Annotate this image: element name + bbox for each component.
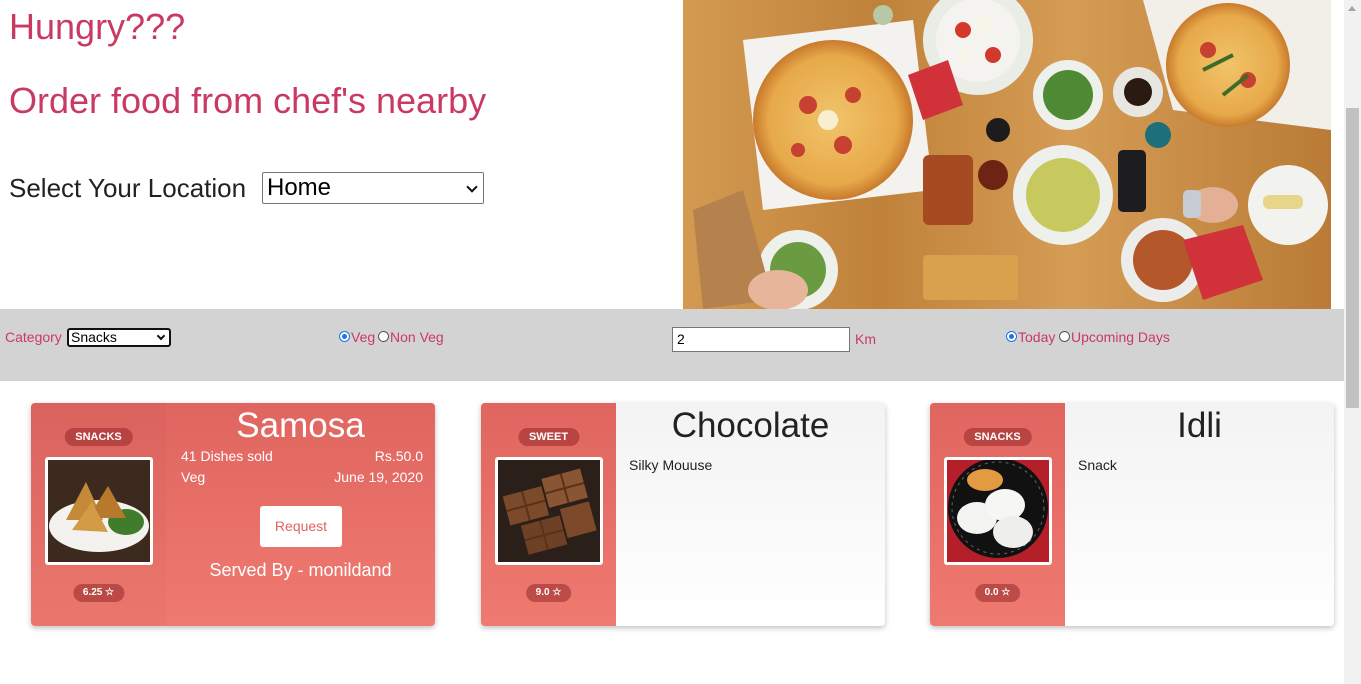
category-select-value: Snacks (71, 329, 117, 345)
location-label: Select Your Location (9, 173, 247, 203)
category-select[interactable]: Snacks (67, 328, 171, 347)
filter-bar: Category Snacks Veg Non Veg 2 Km Today U… (0, 309, 1344, 381)
food-card-chocolate[interactable]: SWEET 9.0 ☆ Chocolate Silky Mouuse (481, 403, 885, 626)
food-card-samosa[interactable]: SNACKS 6.25 ☆ Samosa 41 Dishes sold Rs.5… (31, 403, 435, 626)
page-subtitle: Order food from chef's nearby (9, 80, 487, 121)
category-badge: SNACKS (64, 428, 133, 446)
location-select-value: Home (267, 174, 332, 201)
card-description: Snack (1078, 457, 1117, 473)
today-label: Today (1018, 329, 1056, 345)
distance-input[interactable]: 2 (672, 327, 850, 352)
scroll-up-arrow-icon[interactable] (1344, 0, 1361, 17)
page: Hungry??? Order food from chef's nearby … (0, 0, 1361, 684)
rating-badge: 0.0 ☆ (974, 584, 1021, 602)
card-title: Idli (1177, 406, 1222, 445)
chocolate-photo (495, 457, 603, 565)
upcoming-label: Upcoming Days (1071, 329, 1170, 345)
upcoming-radio[interactable] (1059, 331, 1070, 342)
card-description: Silky Mouuse (629, 457, 713, 473)
location-select[interactable]: Home (262, 172, 484, 204)
samosa-photo (45, 457, 153, 565)
card-title: Samosa (236, 406, 365, 445)
food-card-idli[interactable]: SNACKS 0.0 ☆ Idli Snack (930, 403, 1334, 626)
chevron-down-icon (466, 181, 478, 193)
price: Rs.50.0 (374, 448, 423, 464)
chevron-down-icon (156, 331, 166, 341)
card-image-panel: SNACKS 6.25 ☆ (31, 403, 166, 626)
request-button[interactable]: Request (260, 506, 342, 547)
vertical-scrollbar[interactable] (1344, 0, 1361, 684)
hero-food-image (683, 0, 1331, 309)
category-badge: SWEET (517, 428, 580, 446)
rating-badge: 9.0 ☆ (525, 584, 572, 602)
nonveg-label: Non Veg (390, 329, 444, 345)
idli-photo (944, 457, 1052, 565)
card-image-panel: SWEET 9.0 ☆ (481, 403, 616, 626)
distance-unit-label: Km (855, 331, 876, 347)
card-title: Chocolate (671, 406, 830, 445)
category-badge: SNACKS (963, 428, 1032, 446)
rating-badge: 6.25 ☆ (72, 584, 125, 602)
veg-label: Veg (351, 329, 376, 345)
today-radio[interactable] (1006, 331, 1017, 342)
veg-radio[interactable] (339, 331, 350, 342)
served-by: Served By - monildand (209, 560, 392, 580)
scrollbar-thumb[interactable] (1346, 108, 1359, 408)
page-title: Hungry??? (9, 6, 186, 47)
dishes-sold: 41 Dishes sold (181, 448, 273, 464)
nonveg-radio[interactable] (378, 331, 389, 342)
category-label: Category (5, 329, 62, 345)
available-date: June 19, 2020 (334, 469, 423, 485)
card-image-panel: SNACKS 0.0 ☆ (930, 403, 1065, 626)
food-type: Veg (181, 469, 206, 485)
